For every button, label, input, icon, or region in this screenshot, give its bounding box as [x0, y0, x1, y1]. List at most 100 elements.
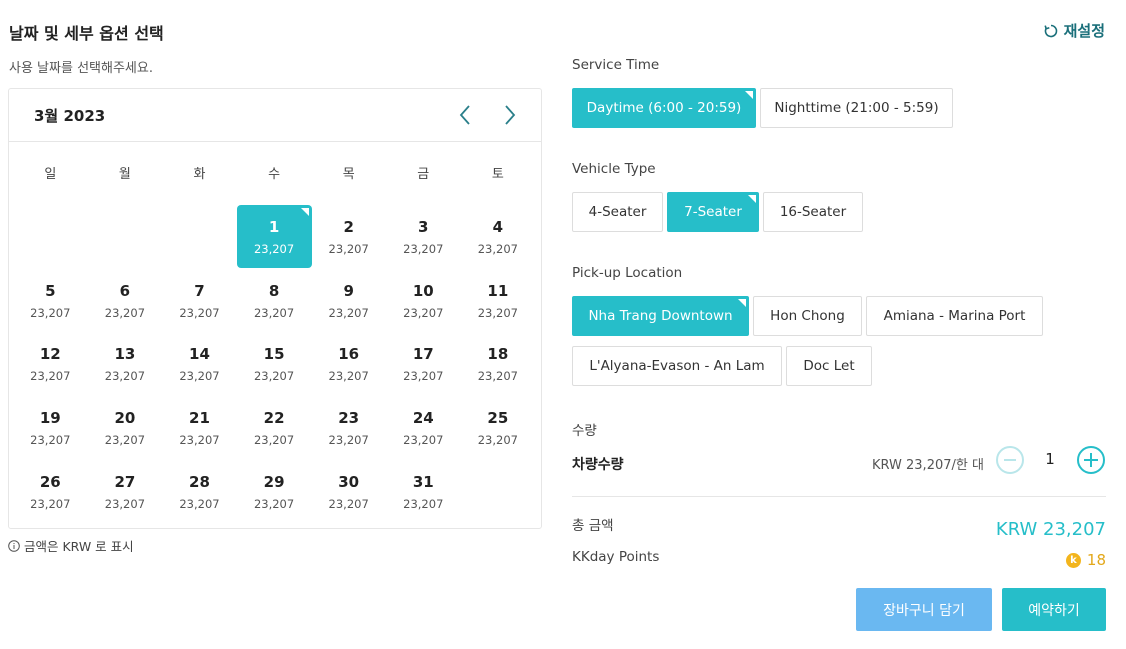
vehicle-type-label: Vehicle Type [572, 161, 656, 177]
day-number: 2 [343, 217, 354, 236]
calendar-day[interactable]: 6 23,207 [88, 269, 163, 333]
quantity-value: 1 [1045, 450, 1055, 468]
day-number: 6 [119, 281, 131, 300]
add-to-cart-button[interactable]: 장바구니 담기 [856, 588, 992, 631]
pickup-location-option[interactable]: Nha Trang Downtown [572, 296, 749, 336]
calendar-day[interactable]: 9 23,207 [311, 269, 386, 333]
day-number: 19 [39, 408, 61, 427]
day-price: 23,207 [179, 432, 220, 447]
day-number: 17 [412, 345, 434, 364]
points-amount: 18 [1086, 551, 1106, 569]
day-number: 25 [487, 408, 509, 427]
calendar-day[interactable]: 21 23,207 [162, 396, 237, 460]
weekday-row: 일월화수목금토 [13, 163, 535, 182]
decrease-quantity-button[interactable] [996, 446, 1024, 474]
currency-note: 금액은 KRW 로 표시 [8, 536, 134, 555]
calendar-day[interactable]: 4 23,207 [461, 205, 536, 269]
calendar-day[interactable]: 26 23,207 [13, 460, 88, 524]
day-price: 23,207 [30, 496, 71, 511]
selected-corner-mark [748, 195, 756, 203]
points-label: KKday Points [572, 549, 660, 565]
day-number: 7 [194, 281, 205, 300]
day-number: 27 [114, 472, 136, 491]
selected-corner-mark [738, 299, 746, 307]
calendar-day[interactable]: 28 23,207 [162, 460, 237, 524]
pickup-location-option[interactable]: L'Alyana-Evason - An Lam [572, 346, 782, 386]
calendar-day[interactable]: 13 23,207 [88, 332, 163, 396]
day-number: 21 [189, 408, 210, 427]
empty-day-cell [88, 205, 163, 269]
day-number: 13 [114, 345, 136, 364]
day-number: 23 [338, 408, 360, 427]
calendar: 3월 2023 일 월 화 수 목 금 토 1 23,207 2 23,207 3 23,207 4 23… [8, 88, 542, 529]
vehicle-type-option[interactable]: 16-Seater [763, 192, 863, 232]
day-number: 3 [418, 217, 429, 236]
day-number: 5 [45, 281, 56, 300]
day-price: 23,207 [403, 241, 444, 256]
calendar-day[interactable]: 20 23,207 [88, 396, 163, 460]
day-number: 22 [263, 408, 285, 427]
day-price: 23,207 [328, 432, 369, 447]
day-price: 23,207 [403, 432, 444, 447]
day-price: 23,207 [477, 305, 518, 320]
vehicle-type-option[interactable]: 7-Seater [667, 192, 759, 232]
day-number: 16 [338, 345, 360, 364]
calendar-day[interactable]: 8 23,207 [237, 269, 312, 333]
calendar-day[interactable]: 2 23,207 [311, 205, 386, 269]
day-price: 23,207 [179, 496, 220, 511]
quantity-section-label: 수량 [572, 423, 597, 439]
calendar-day[interactable]: 3 23,207 [386, 205, 461, 269]
day-number: 4 [492, 217, 504, 236]
calendar-day[interactable]: 17 23,207 [386, 332, 461, 396]
calendar-day[interactable]: 5 23,207 [13, 269, 88, 333]
calendar-day[interactable]: 25 23,207 [461, 396, 536, 460]
calendar-day[interactable]: 14 23,207 [162, 332, 237, 396]
reset-button[interactable]: 재설정 [1043, 20, 1105, 41]
calendar-day[interactable]: 29 23,207 [237, 460, 312, 524]
pickup-location-option[interactable]: Amiana - Marina Port [866, 296, 1043, 336]
calendar-day[interactable]: 10 23,207 [386, 269, 461, 333]
calendar-day[interactable]: 31 23,207 [386, 460, 461, 524]
increase-quantity-button[interactable] [1077, 446, 1105, 474]
info-icon [8, 539, 20, 552]
weekday-label: 화 [193, 167, 206, 182]
service-time-option[interactable]: Daytime (6:00 - 20:59) [572, 88, 756, 128]
reset-icon [1044, 24, 1057, 37]
vehicle-type-option[interactable]: 4-Seater [572, 192, 663, 232]
calendar-day[interactable]: 12 23,207 [13, 332, 88, 396]
day-price: 23,207 [328, 305, 369, 320]
day-price: 23,207 [104, 432, 146, 447]
day-number: 26 [39, 472, 61, 491]
calendar-day[interactable]: 30 23,207 [311, 460, 386, 524]
pickup-location-option[interactable]: Doc Let [786, 346, 872, 386]
day-number: 15 [263, 345, 285, 364]
date-instruction: 사용 날짜를 선택해주세요. [9, 61, 153, 76]
calendar-day[interactable]: 27 23,207 [88, 460, 163, 524]
day-price: 23,207 [30, 369, 71, 384]
next-month-button[interactable] [498, 103, 522, 127]
calendar-day[interactable]: 19 23,207 [13, 396, 88, 460]
calendar-day[interactable]: 15 23,207 [237, 332, 312, 396]
kkday-coin-icon: k [1065, 552, 1081, 568]
calendar-day[interactable]: 18 23,207 [461, 332, 536, 396]
book-now-button[interactable]: 예약하기 [1002, 588, 1106, 631]
vehicle-quantity-label: 차량수량 [572, 457, 624, 473]
calendar-day[interactable]: 24 23,207 [386, 396, 461, 460]
prev-month-button[interactable] [453, 103, 477, 127]
calendar-day[interactable]: 22 23,207 [237, 396, 312, 460]
day-price: 23,207 [104, 369, 146, 384]
calendar-day[interactable]: 1 23,207 [236, 205, 312, 268]
day-number: 30 [338, 472, 360, 491]
calendar-day[interactable]: 7 23,207 [162, 269, 237, 333]
plus-icon-v [1090, 453, 1092, 467]
calendar-day[interactable]: 16 23,207 [311, 332, 386, 396]
day-price: 23,207 [179, 305, 220, 320]
service-time-option[interactable]: Nighttime (21:00 - 5:59) [760, 88, 953, 128]
day-price: 23,207 [104, 496, 146, 511]
day-number: 11 [487, 281, 509, 300]
day-number: 14 [189, 345, 210, 364]
pickup-location-option[interactable]: Hon Chong [753, 296, 862, 336]
unit-price: KRW 23,207/한 대 [872, 458, 984, 473]
calendar-day[interactable]: 23 23,207 [311, 396, 386, 460]
calendar-day[interactable]: 11 23,207 [461, 269, 536, 333]
